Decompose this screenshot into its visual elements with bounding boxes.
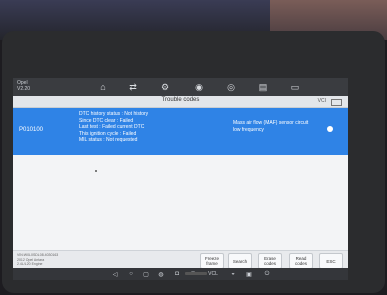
dtc-row[interactable]: P010100 DTC history status : Not history… xyxy=(13,108,348,155)
swap-icon[interactable]: ⇄ xyxy=(127,81,139,93)
dtc-select-radio[interactable] xyxy=(327,126,333,132)
dtc-description: Mass air flow (MAF) sensor circuit low f… xyxy=(233,120,323,133)
browser-icon[interactable]: ◍ xyxy=(157,270,165,278)
software-version: V2.20 xyxy=(17,86,31,92)
shop-icon[interactable]: ▣ xyxy=(245,270,253,278)
car-icon[interactable]: ◉ xyxy=(193,81,205,93)
vci-status: VCI xyxy=(317,98,326,104)
screen-dot xyxy=(95,170,97,172)
battery-icon xyxy=(331,99,342,106)
vehicle-detail-line: VIN:W0L0SDL08.4030163 xyxy=(17,253,59,257)
dtc-list-empty-area xyxy=(13,155,348,250)
message-icon[interactable]: ▭ xyxy=(289,81,301,93)
title-bar: Trouble codes VCI xyxy=(13,96,348,108)
vehicle-info: Opel V2.20 xyxy=(17,80,30,92)
camera-icon[interactable]: ◘ xyxy=(173,270,181,278)
bezel-logo xyxy=(185,272,207,275)
screen-title: Trouble codes xyxy=(161,97,200,103)
dtc-status-line: DTC history status : Not history xyxy=(79,111,149,117)
home-icon[interactable]: ⌂ xyxy=(97,81,109,93)
dtc-code: P010100 xyxy=(19,127,44,133)
vcl-icon[interactable]: VCL xyxy=(205,270,221,278)
top-toolbar: Opel V2.20 ⌂ ⇄ ⚙ ◉ ◎ ▤ ▭ xyxy=(13,78,348,96)
dtc-status: DTC history status : Not history Since D… xyxy=(79,111,148,144)
print-icon[interactable]: ▤ xyxy=(257,81,269,93)
dtc-status-line: Last test : Failed current DTC xyxy=(79,124,145,130)
dtc-status-line: MIL status : Not requested xyxy=(79,137,138,143)
settings-icon[interactable]: ⚙ xyxy=(159,81,171,93)
vehicle-details: VIN:W0L0SDL08.4030163 2012 Opel Antara 2… xyxy=(17,253,58,267)
footer-bar: VIN:W0L0SDL08.4030163 2012 Opel Antara 2… xyxy=(13,250,348,269)
recent-apps-icon[interactable]: ▢ xyxy=(142,270,150,278)
home-icon[interactable]: ○ xyxy=(127,270,135,278)
vehicle-detail-line: 2.4L/L20 Engine xyxy=(17,262,43,266)
power-icon[interactable]: ⏻ xyxy=(263,270,271,278)
read-codes-button[interactable]: Read codes xyxy=(289,253,313,269)
erase-codes-button[interactable]: Erase codes xyxy=(258,253,282,269)
search-button[interactable]: Search xyxy=(228,253,252,269)
dtc-description-line: low frequency xyxy=(233,126,264,133)
freeze-frame-button[interactable]: Freeze frame xyxy=(200,253,224,269)
system-nav-bar: ◁ ○ ▢ ◍ ◘ ◙ VCL ◒ ▣ ⏻ xyxy=(13,268,348,280)
tablet-screen: Opel V2.20 ⌂ ⇄ ⚙ ◉ ◎ ▤ ▭ Trouble codes V… xyxy=(13,78,348,280)
car-icon[interactable]: ◒ xyxy=(229,270,237,278)
esc-button[interactable]: ESC xyxy=(319,253,343,269)
back-icon[interactable]: ◁ xyxy=(111,270,119,278)
globe-icon[interactable]: ◎ xyxy=(225,81,237,93)
